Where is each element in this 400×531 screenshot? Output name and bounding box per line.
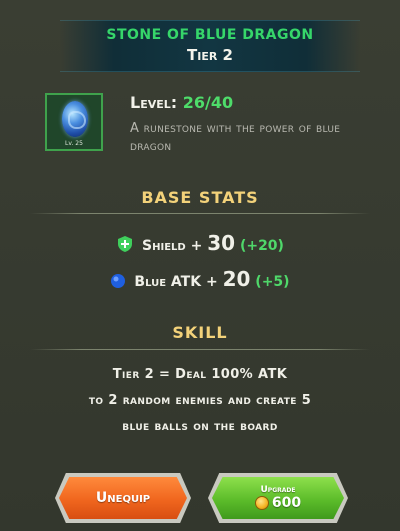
item-level: Level: 26/40: [130, 93, 233, 112]
base-stats-title: BASE STATS: [141, 188, 259, 207]
stat-operator: +: [190, 238, 203, 254]
gold-coin-icon: [254, 496, 269, 510]
blue-orb-icon: [110, 273, 126, 293]
upgrade-button[interactable]: Upgrade 600: [208, 473, 348, 523]
stat-value: 20: [222, 267, 251, 291]
level-label: Level:: [130, 93, 178, 112]
skill-description: Tier 2 = Deal 100% ATK to 2 random enemi…: [0, 362, 400, 440]
skill-divider: [30, 349, 370, 350]
item-icon-frame: Lv. 25: [45, 93, 103, 151]
unequip-button[interactable]: Unequip: [55, 473, 191, 523]
stat-row-shield: Shield + 30 (+20): [0, 231, 400, 257]
unequip-button-face[interactable]: Unequip: [59, 477, 187, 519]
item-header: Stone of Blue Dragon Tier 2: [60, 20, 360, 72]
blue-dragon-runestone-icon: [62, 101, 88, 137]
level-value: 26/40: [182, 93, 234, 112]
item-tier: Tier 2: [187, 46, 233, 64]
shield-icon: [116, 235, 134, 257]
upgrade-button-face[interactable]: Upgrade 600: [212, 477, 344, 519]
stat-row-blue-atk: Blue ATK + 20 (+5): [0, 267, 400, 293]
item-description: A runestone with the power of blue drago…: [130, 121, 341, 154]
base-stats-divider: [30, 213, 370, 214]
item-detail-panel: Stone of Blue Dragon Tier 2 Lv. 25 Level…: [0, 0, 400, 531]
upgrade-label: Upgrade: [260, 485, 296, 495]
stat-bonus: (+5): [255, 274, 290, 290]
upgrade-cost: 600: [254, 495, 302, 511]
stat-label: Blue ATK: [134, 274, 202, 290]
stat-bonus: (+20): [239, 238, 284, 254]
skill-line: to 2 random enemies and create 5: [88, 393, 312, 408]
stat-value: 30: [207, 231, 236, 255]
skill-line: Tier 2 = Deal 100% ATK: [112, 367, 288, 382]
upgrade-cost-value: 600: [271, 495, 302, 511]
stat-operator: +: [205, 274, 218, 290]
stat-label: Shield: [142, 238, 186, 254]
skill-title: SKILL: [172, 323, 228, 342]
item-level-badge: Lv. 25: [65, 140, 83, 147]
unequip-label: Unequip: [95, 490, 151, 506]
skill-line: blue balls on the board: [122, 419, 278, 434]
item-name: Stone of Blue Dragon: [106, 27, 314, 43]
